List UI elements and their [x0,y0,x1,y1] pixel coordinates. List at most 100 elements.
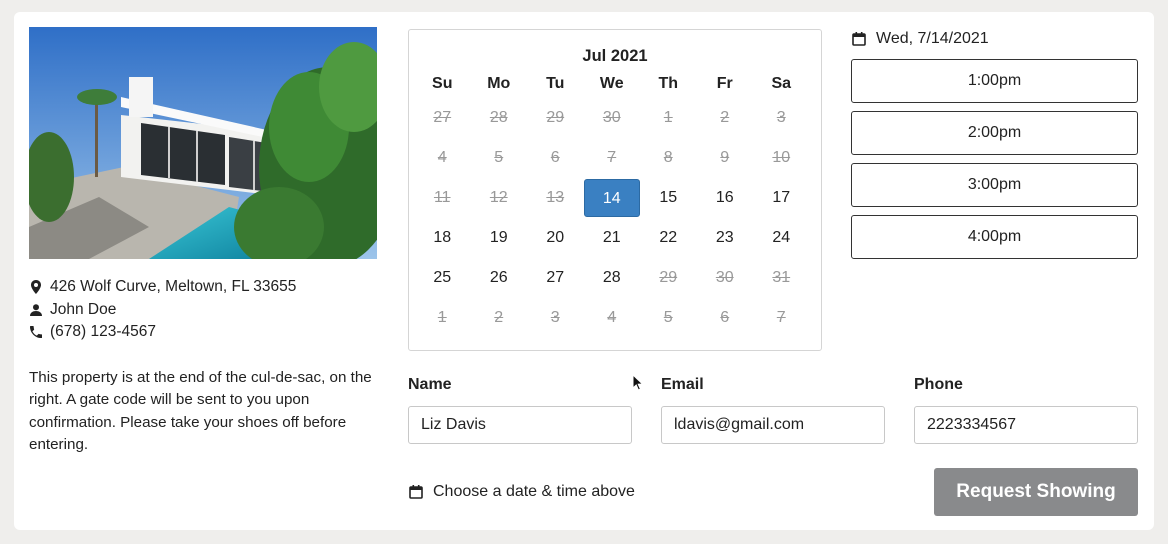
calendar-day: 12 [471,189,528,207]
time-slot-button[interactable]: 4:00pm [851,215,1138,259]
calendar-day: 13 [527,189,584,207]
calendar-day: 7 [584,149,641,167]
calendar-day-number: 31 [772,269,791,286]
calendar-day-number: 6 [720,309,730,326]
phone-label: Phone [914,376,963,393]
property-photo [29,27,377,259]
map-pin-icon [30,280,50,295]
calendar-day-number: 17 [772,189,791,206]
calendar-day-number: 13 [546,189,565,206]
calendar-day-number: 28 [489,109,508,126]
calendar-month-title: Jul 2021 [582,47,648,65]
calendar-day-number: 29 [546,109,565,126]
house-photo-image [29,27,377,259]
calendar-day: 8 [640,149,697,167]
calendar-day: 6 [527,149,584,167]
calendar-day: 30 [697,269,754,287]
calendar-day: 30 [584,109,641,127]
email-field[interactable] [661,406,885,444]
calendar-day-number: 27 [433,109,452,126]
weekday-label: Th [658,75,679,92]
calendar-day-number: 8 [663,149,673,166]
calendar-day: 1 [640,109,697,127]
selection-status-text: Choose a date & time above [433,483,635,500]
showing-request-card: 426 Wolf Curve, Meltown, FL 33655 John D… [14,12,1154,530]
calendar-day[interactable]: 28 [584,269,641,287]
phone-row: (678) 123-4567 [30,321,380,344]
calendar-day[interactable]: 21 [584,229,641,247]
selected-date-text: Wed, 7/14/2021 [876,30,989,47]
calendar-week-row: 11 12 13 14 15 16 17 [414,178,818,218]
calendar-day: 4 [414,149,471,167]
calendar-week-row: 4 5 6 7 8 9 10 [414,138,818,178]
calendar-day: 1 [414,309,471,327]
calendar-day[interactable]: 27 [527,269,584,287]
property-info: 426 Wolf Curve, Meltown, FL 33655 John D… [30,276,380,344]
calendar-day-number: 2 [720,109,730,126]
weekday-header: Su Mo Tu We Th Fr Sa [414,70,818,98]
time-slot-button[interactable]: 2:00pm [851,111,1138,155]
calendar-day-number: 14 [583,179,640,217]
calendar-day[interactable]: 17 [753,189,810,207]
calendar-week-row: 25 26 27 28 29 30 31 [414,258,818,298]
phone-field[interactable] [914,406,1138,444]
selected-date-label: Wed, 7/14/2021 [852,30,989,48]
time-slot-button[interactable]: 3:00pm [851,163,1138,207]
calendar-day[interactable]: 18 [414,229,471,247]
calendar-day[interactable]: 15 [640,189,697,207]
calendar-day: 10 [753,149,810,167]
calendar-day: 2 [471,309,528,327]
calendar-week-row: 27 28 29 30 1 2 3 [414,98,818,138]
property-address: 426 Wolf Curve, Meltown, FL 33655 [50,278,297,295]
calendar-day-number: 7 [776,309,786,326]
calendar-day-number: 3 [776,109,786,126]
calendar-day[interactable]: 22 [640,229,697,247]
time-slot-button[interactable]: 1:00pm [851,59,1138,103]
agent-phone: (678) 123-4567 [50,323,156,340]
calendar-day: 28 [471,109,528,127]
calendar-day-number: 16 [715,189,734,206]
weekday-label: Mo [487,75,511,92]
person-icon [30,303,50,316]
calendar-day-number: 5 [494,149,504,166]
calendar-day[interactable]: 24 [753,229,810,247]
calendar-day-selected[interactable]: 14 [583,179,641,217]
calendar-day-number: 25 [433,269,452,286]
calendar-day[interactable]: 20 [527,229,584,247]
agent-row: John Doe [30,299,380,322]
calendar-day: 4 [584,309,641,327]
request-showing-button[interactable]: Request Showing [934,468,1138,516]
mouse-cursor-icon [632,373,644,397]
name-field[interactable] [408,406,632,444]
email-label: Email [661,376,704,393]
calendar-day-number: 7 [607,149,617,166]
calendar-day-number: 5 [663,309,673,326]
phone-icon [30,326,50,339]
property-description: This property is at the end of the cul-d… [29,369,372,453]
calendar-day[interactable]: 23 [697,229,754,247]
calendar-day: 3 [527,309,584,327]
calendar-day: 29 [640,269,697,287]
calendar-day-number: 23 [715,229,734,246]
calendar-day-number: 22 [659,229,678,246]
calendar-day: 5 [640,309,697,327]
weekday-label: Tu [546,75,565,92]
weekday-label: We [599,75,624,92]
calendar-day[interactable]: 25 [414,269,471,287]
calendar-day: 7 [753,309,810,327]
calendar-day-number: 6 [550,149,560,166]
calendar-day-number: 4 [437,149,447,166]
calendar-day-number: 30 [715,269,734,286]
calendar-week-row: 18 19 20 21 22 23 24 [414,218,818,258]
calendar-day: 3 [753,109,810,127]
calendar-day-number: 24 [772,229,791,246]
calendar-day-number: 1 [663,109,673,126]
calendar-day[interactable]: 19 [471,229,528,247]
weekday-label: Sa [771,75,792,92]
calendar-day[interactable]: 16 [697,189,754,207]
calendar-day: 9 [697,149,754,167]
calendar-day: 2 [697,109,754,127]
calendar-day: 29 [527,109,584,127]
calendar-day-number: 10 [772,149,791,166]
calendar-day[interactable]: 26 [471,269,528,287]
